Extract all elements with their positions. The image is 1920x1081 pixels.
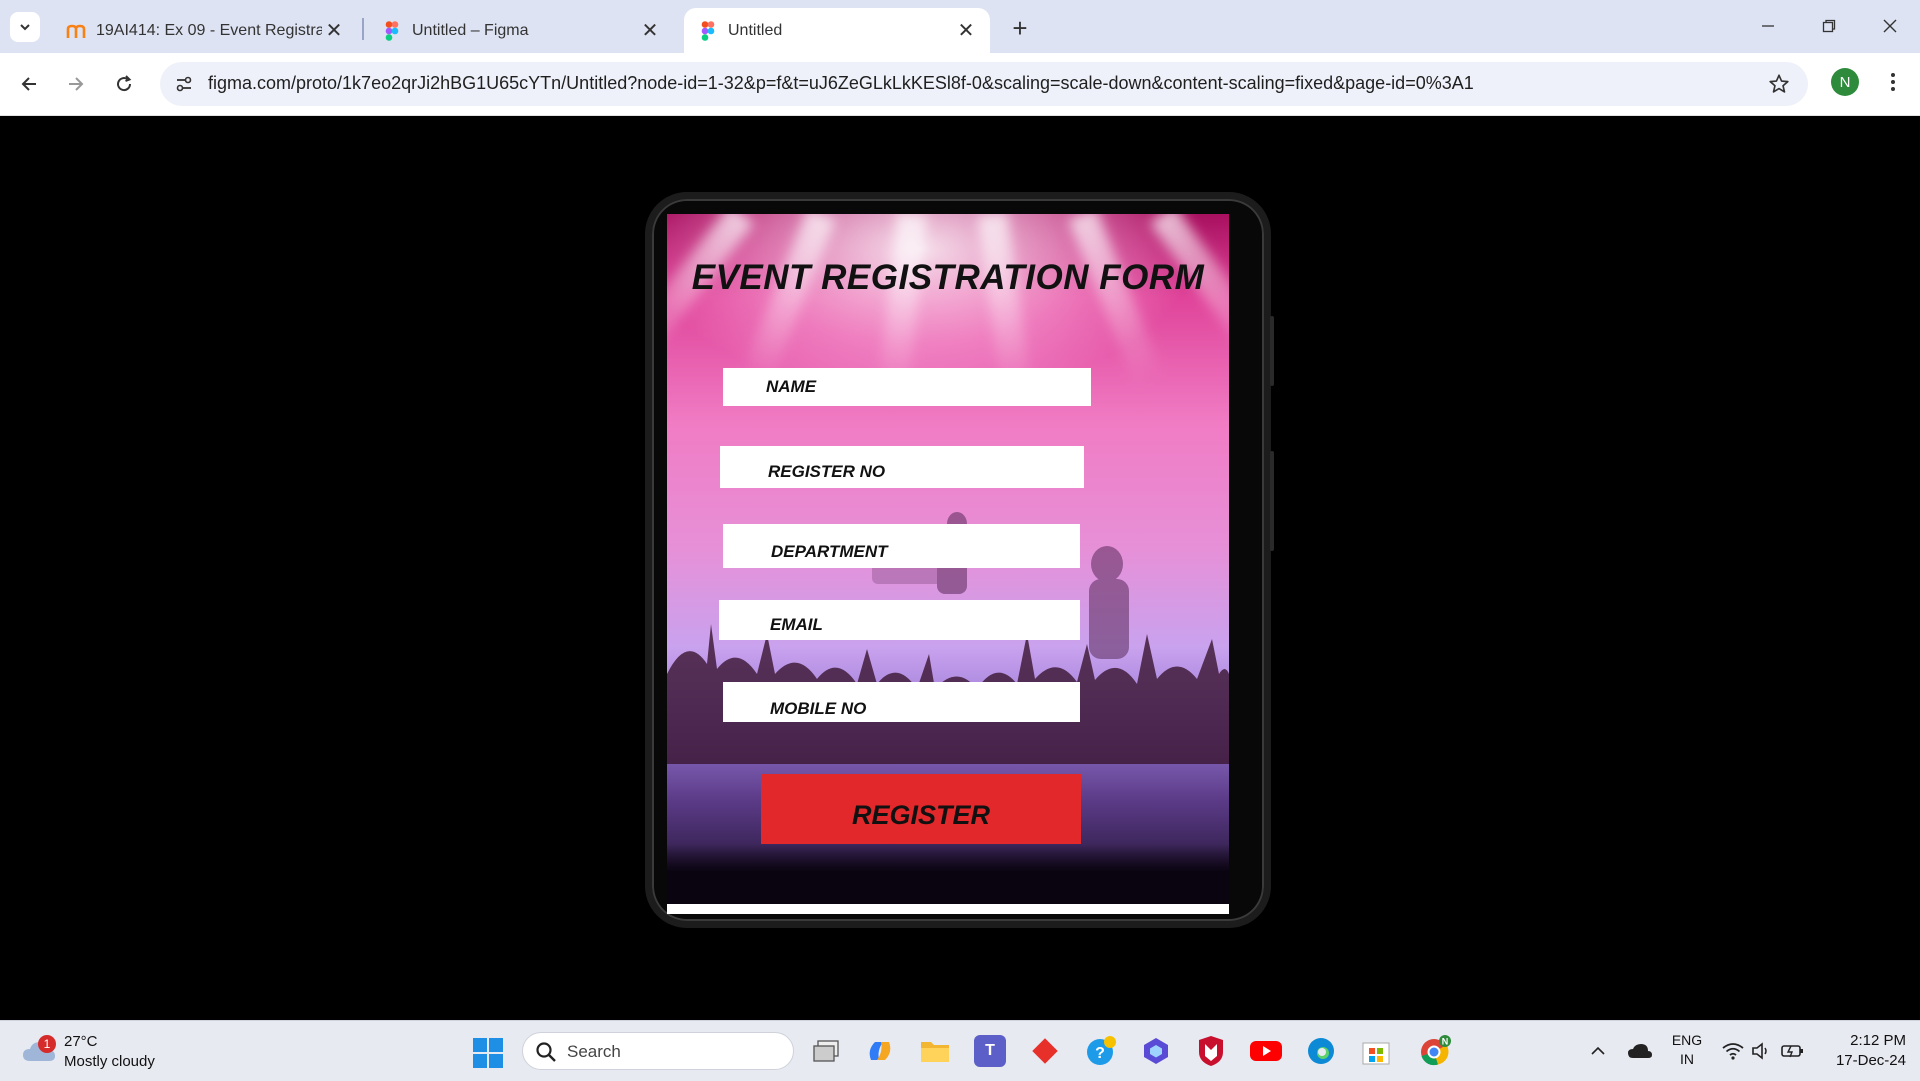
close-icon[interactable]: ✕ <box>954 19 978 43</box>
onedrive-cloud-icon[interactable] <box>1626 1033 1654 1069</box>
video-app-icon[interactable] <box>1140 1035 1172 1067</box>
close-icon <box>1883 19 1897 33</box>
region-code: IN <box>1680 1051 1694 1067</box>
help-icon[interactable]: ? <box>1085 1035 1117 1067</box>
notification-badge: 1 <box>38 1035 56 1053</box>
teams-icon[interactable]: T <box>974 1035 1006 1067</box>
search-label: Search <box>567 1042 621 1061</box>
figma-icon <box>382 20 402 41</box>
arrow-left-icon <box>21 77 36 91</box>
tab-title: Untitled – Figma <box>412 21 529 39</box>
volume-icon[interactable] <box>1750 1033 1772 1069</box>
wifi-icon[interactable] <box>1720 1033 1746 1069</box>
close-icon[interactable]: ✕ <box>638 19 662 43</box>
chrome-icon[interactable]: N <box>1415 1035 1455 1067</box>
restore-icon <box>1822 19 1836 33</box>
minimize-icon <box>1762 25 1774 27</box>
department-field-label: DEPARTMENT <box>771 542 888 561</box>
device-side-button <box>1270 451 1274 551</box>
close-icon[interactable]: ✕ <box>322 19 346 43</box>
weather-widget[interactable]: 1 27°C Mostly cloudy <box>22 1029 182 1073</box>
git-app-icon[interactable] <box>1029 1035 1061 1067</box>
language-code: ENG <box>1671 1032 1703 1048</box>
stage-light <box>740 214 836 387</box>
tab-title: Untitled <box>728 21 783 39</box>
windows-taskbar: 1 27°C Mostly cloudy Search T ? N ENG IN… <box>0 1020 1920 1081</box>
copilot-icon[interactable] <box>864 1035 896 1067</box>
register-no-field[interactable]: REGISTER NO <box>720 446 1084 488</box>
minimize-button[interactable] <box>1748 10 1788 42</box>
name-field[interactable]: NAME <box>723 368 1091 406</box>
svg-text:N: N <box>1442 1037 1449 1047</box>
browser-menu-button[interactable] <box>1878 66 1908 98</box>
tab-moodle[interactable]: 19AI414: Ex 09 - Event Registratior ✕ <box>52 8 358 53</box>
browser-tab-strip: 19AI414: Ex 09 - Event Registratior ✕ Un… <box>0 0 1920 53</box>
youtube-icon[interactable] <box>1250 1035 1282 1067</box>
reload-icon <box>117 75 132 92</box>
restore-button[interactable] <box>1809 10 1849 42</box>
system-clock[interactable]: 2:12 PM 17-Dec-24 <box>1814 1031 1906 1071</box>
tab-separator <box>362 18 364 40</box>
department-field[interactable]: DEPARTMENT <box>723 524 1080 568</box>
browser-toolbar: figma.com/proto/1k7eo2qrJi2hBG1U65cYTn/U… <box>0 53 1920 116</box>
site-info-icon[interactable] <box>170 70 198 98</box>
form-screen: EVENT REGISTRATION FORM NAME REGISTER NO… <box>667 214 1229 914</box>
tab-title: 19AI414: Ex 09 - Event Registratior <box>96 21 322 39</box>
more-vertical-icon <box>1891 73 1895 91</box>
register-button[interactable]: REGISTER <box>761 774 1081 844</box>
input-language-indicator[interactable]: ENG IN <box>1664 1031 1710 1069</box>
store-icon[interactable] <box>1360 1035 1392 1067</box>
email-field[interactable]: EMAIL <box>719 600 1080 640</box>
tab-figma-file[interactable]: Untitled – Figma ✕ <box>368 8 674 53</box>
forward-button[interactable] <box>59 67 93 101</box>
url-text: figma.com/proto/1k7eo2qrJi2hBG1U65cYTn/U… <box>208 73 1474 93</box>
clock-time: 2:12 PM <box>1850 1032 1906 1049</box>
stage-light <box>1068 214 1164 387</box>
mcafee-icon[interactable] <box>1195 1035 1227 1067</box>
task-view-icon[interactable] <box>810 1035 842 1067</box>
device-bottom-bar <box>667 904 1229 914</box>
show-hidden-icons-chevron-up-icon[interactable] <box>1586 1033 1610 1069</box>
chevron-down-icon <box>20 24 30 31</box>
svg-text:?: ? <box>1095 1045 1105 1062</box>
register-button-label: REGISTER <box>851 799 991 830</box>
figma-icon <box>698 20 718 41</box>
arrow-right-icon <box>69 77 84 91</box>
email-field-label: EMAIL <box>770 615 823 634</box>
register-no-field-label: REGISTER NO <box>768 462 886 481</box>
profile-avatar[interactable]: N <box>1831 68 1859 96</box>
name-field-label: NAME <box>766 377 817 396</box>
back-button[interactable] <box>12 67 46 101</box>
device-side-button <box>1270 316 1274 386</box>
close-window-button[interactable] <box>1870 10 1910 42</box>
tab-figma-prototype[interactable]: Untitled ✕ <box>684 8 990 53</box>
weather-condition: Mostly cloudy <box>64 1053 155 1070</box>
moodle-icon <box>66 21 86 41</box>
reload-button[interactable] <box>107 67 141 101</box>
form-title: EVENT REGISTRATION FORM <box>691 258 1205 297</box>
clock-date: 17-Dec-24 <box>1835 1052 1906 1069</box>
edge-icon[interactable] <box>1305 1035 1337 1067</box>
mobile-no-field[interactable]: MOBILE NO <box>723 682 1080 722</box>
file-explorer-icon[interactable] <box>919 1035 951 1067</box>
windows-start-icon[interactable] <box>472 1037 504 1069</box>
mobile-no-field-label: MOBILE NO <box>770 699 867 718</box>
figma-prototype-viewport: EVENT REGISTRATION FORM NAME REGISTER NO… <box>0 116 1920 1020</box>
tab-search-button[interactable] <box>10 12 40 42</box>
taskbar-search[interactable]: Search <box>522 1032 794 1070</box>
weather-temperature: 27°C <box>64 1033 98 1050</box>
search-icon <box>536 1042 556 1062</box>
address-bar[interactable]: figma.com/proto/1k7eo2qrJi2hBG1U65cYTn/U… <box>160 62 1808 106</box>
new-tab-button[interactable]: + <box>1005 13 1035 43</box>
battery-icon[interactable] <box>1780 1033 1806 1069</box>
bookmark-star-icon[interactable] <box>1766 71 1792 97</box>
